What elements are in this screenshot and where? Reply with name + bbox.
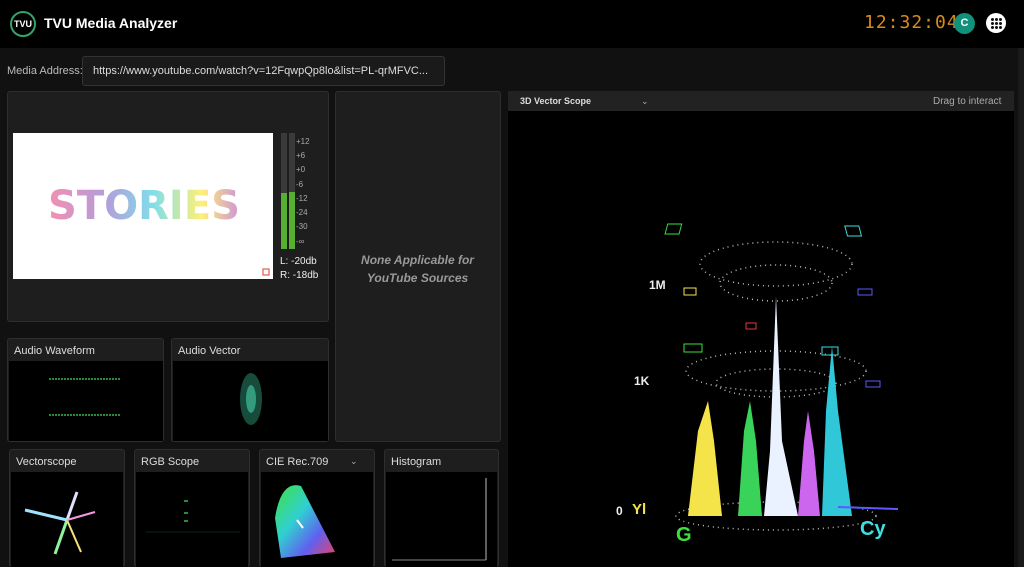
histogram-panel[interactable]: Histogram [384,449,499,567]
rgb-scope-title: RGB Scope [141,456,200,468]
not-applicable-message: None Applicable for YouTube Sources [335,251,500,287]
audio-meter-right-fill [289,192,295,249]
video-preview[interactable]: STORIES [13,133,273,279]
histogram-title: Histogram [391,456,442,468]
cie-title[interactable]: CIE Rec.709 [266,456,328,468]
meter-scale-label: -24 [296,208,308,217]
not-applicable-line1: None Applicable for [361,253,474,267]
audio-waveform-panel[interactable]: Audio Waveform [7,338,164,442]
rgb-scope-display [136,472,248,567]
page-scrollbar[interactable] [1018,48,1024,567]
left-db-readout: L: -20db [280,256,317,267]
drag-hint: Drag to interact [933,96,1002,107]
stories-text: STORIES [48,183,240,229]
tvu-logo: TVU [10,11,36,37]
vectorscope-display [11,472,123,567]
meter-scale-label: +12 [296,137,310,146]
audio-meter-left [281,133,287,249]
meter-scale-label: +0 [296,165,306,174]
cie-display [261,472,373,567]
audio-waveform-display [9,361,163,441]
meter-scale-label: -6 [296,180,304,189]
axis-label-yl: Yl [632,501,647,518]
audio-vector-title: Audio Vector [178,345,241,357]
meter-scale-label: -∞ [296,237,305,246]
top-bar: TVU TVU Media Analyzer 12:32:04 C [0,0,1024,48]
vectorscope-title: Vectorscope [16,456,77,468]
media-address-label: Media Address: [7,65,83,77]
cie-dropdown-chevron-icon[interactable]: ⌄ [350,456,358,467]
level-label-0: 0 [616,504,623,518]
audio-meter-right [289,133,295,249]
video-frame-image: STORIES [48,183,270,276]
audio-waveform-title: Audio Waveform [14,345,95,357]
rgb-scope-panel[interactable]: RGB Scope [134,449,250,567]
vector-scope-3d-graphic [664,223,899,531]
clock-display: 12:32:04 [864,12,959,33]
vectorscope-panel[interactable]: Vectorscope [9,449,125,567]
user-avatar[interactable]: C [954,13,975,34]
vector-scope-canvas[interactable]: 1M 1K 0 Yl G Cy [508,111,1014,567]
right-db-readout: R: -18db [280,270,319,281]
meter-scale-label: -12 [296,194,308,203]
not-applicable-line2: YouTube Sources [366,271,469,285]
meter-scale-label: -30 [296,222,308,231]
histogram-display [386,472,497,567]
media-address-input[interactable] [82,56,445,86]
axis-label-g: G [676,524,692,546]
apps-grid-icon[interactable] [986,13,1006,33]
audio-vector-display [173,361,328,441]
meter-scale-label: +6 [296,151,306,160]
scope-type-select[interactable]: 3D Vector Scope [520,96,591,106]
scope-dropdown-chevron-icon[interactable]: ⌄ [641,96,649,107]
level-label-1m: 1M [649,278,666,292]
audio-vector-panel[interactable]: Audio Vector [171,338,329,442]
cie-panel[interactable]: CIE Rec.709 ⌄ [259,449,375,567]
app-title: TVU Media Analyzer [44,15,178,31]
fullscreen-icon[interactable] [262,268,270,276]
level-label-1k: 1K [634,374,650,388]
axis-label-cy: Cy [860,518,886,540]
audio-meter-left-fill [281,193,287,249]
